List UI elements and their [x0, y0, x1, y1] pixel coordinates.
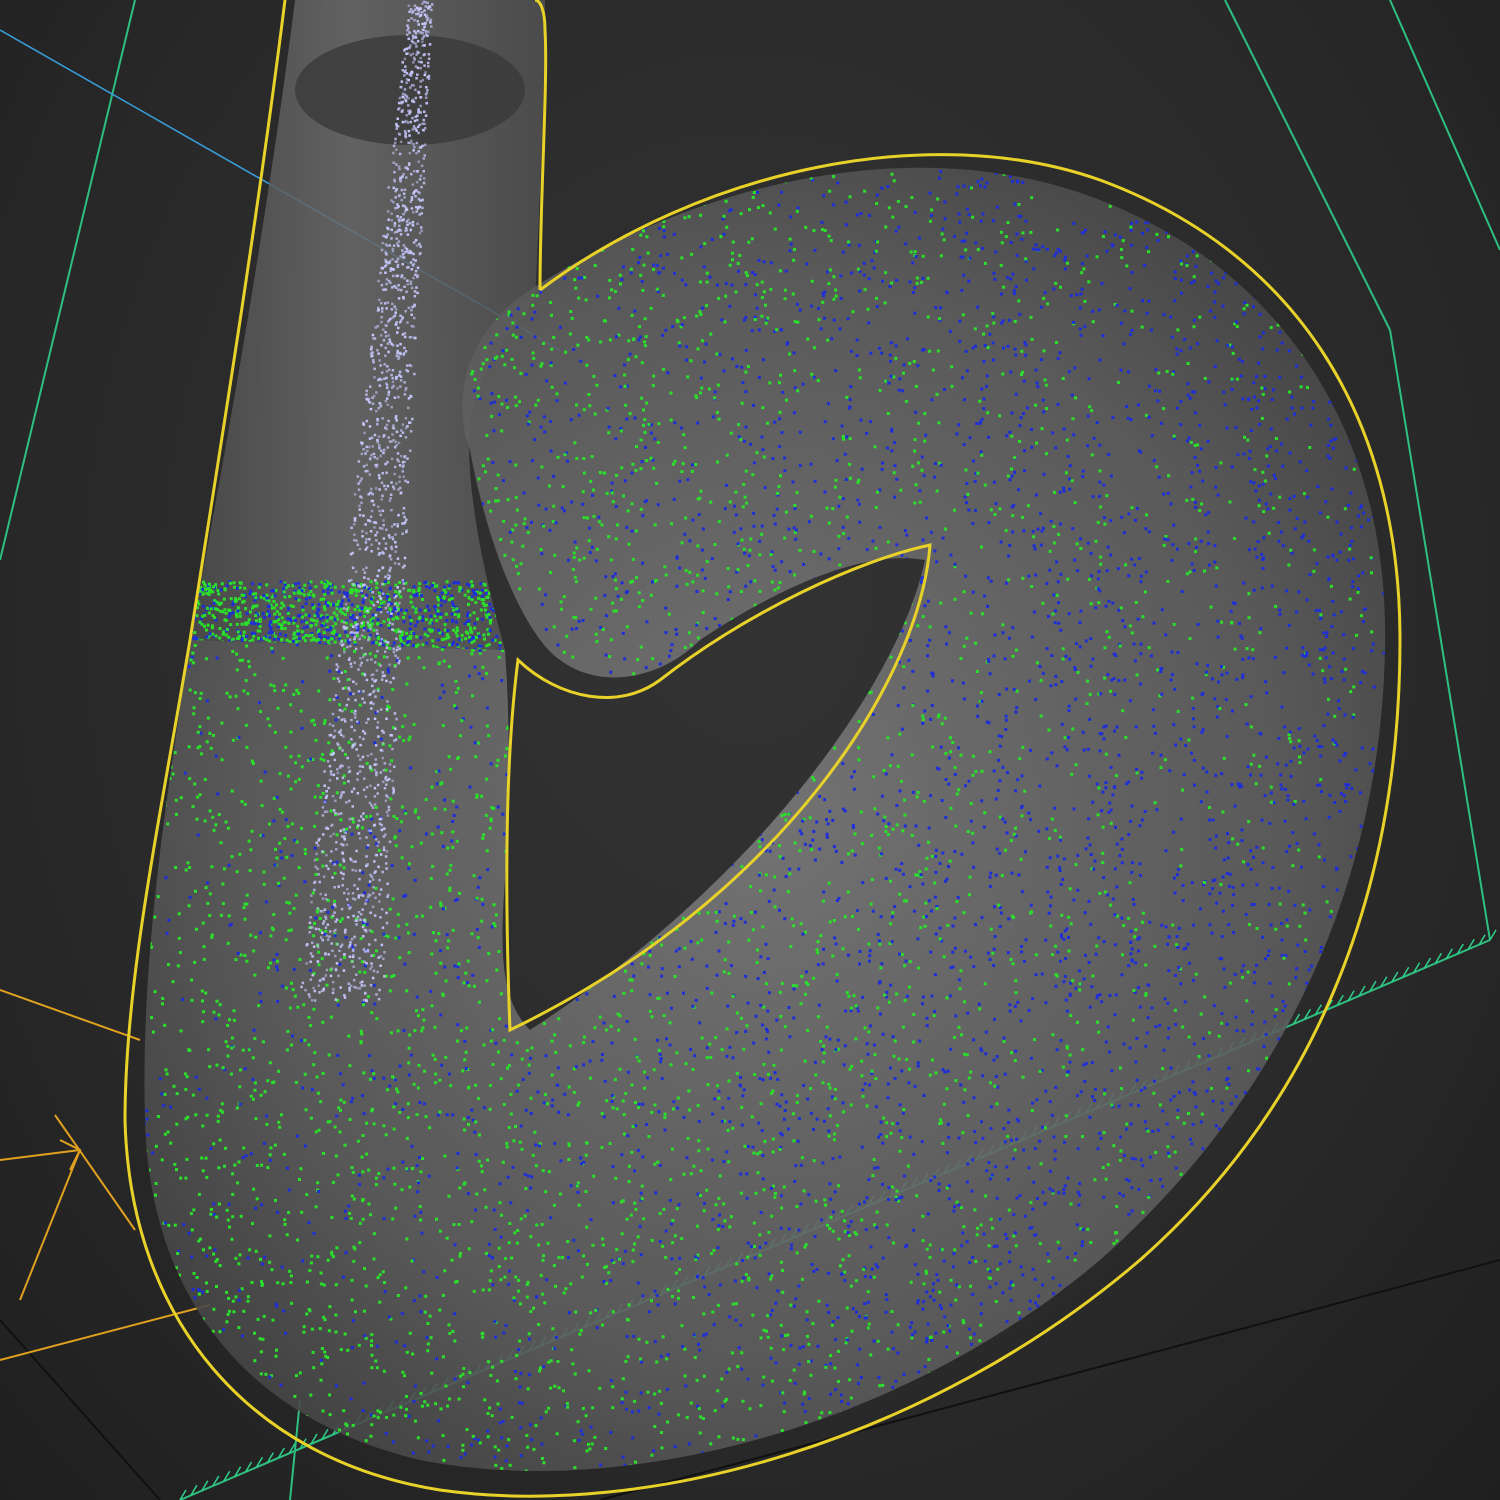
scene-canvas[interactable] [0, 0, 1500, 1500]
3d-viewport[interactable] [0, 0, 1500, 1500]
